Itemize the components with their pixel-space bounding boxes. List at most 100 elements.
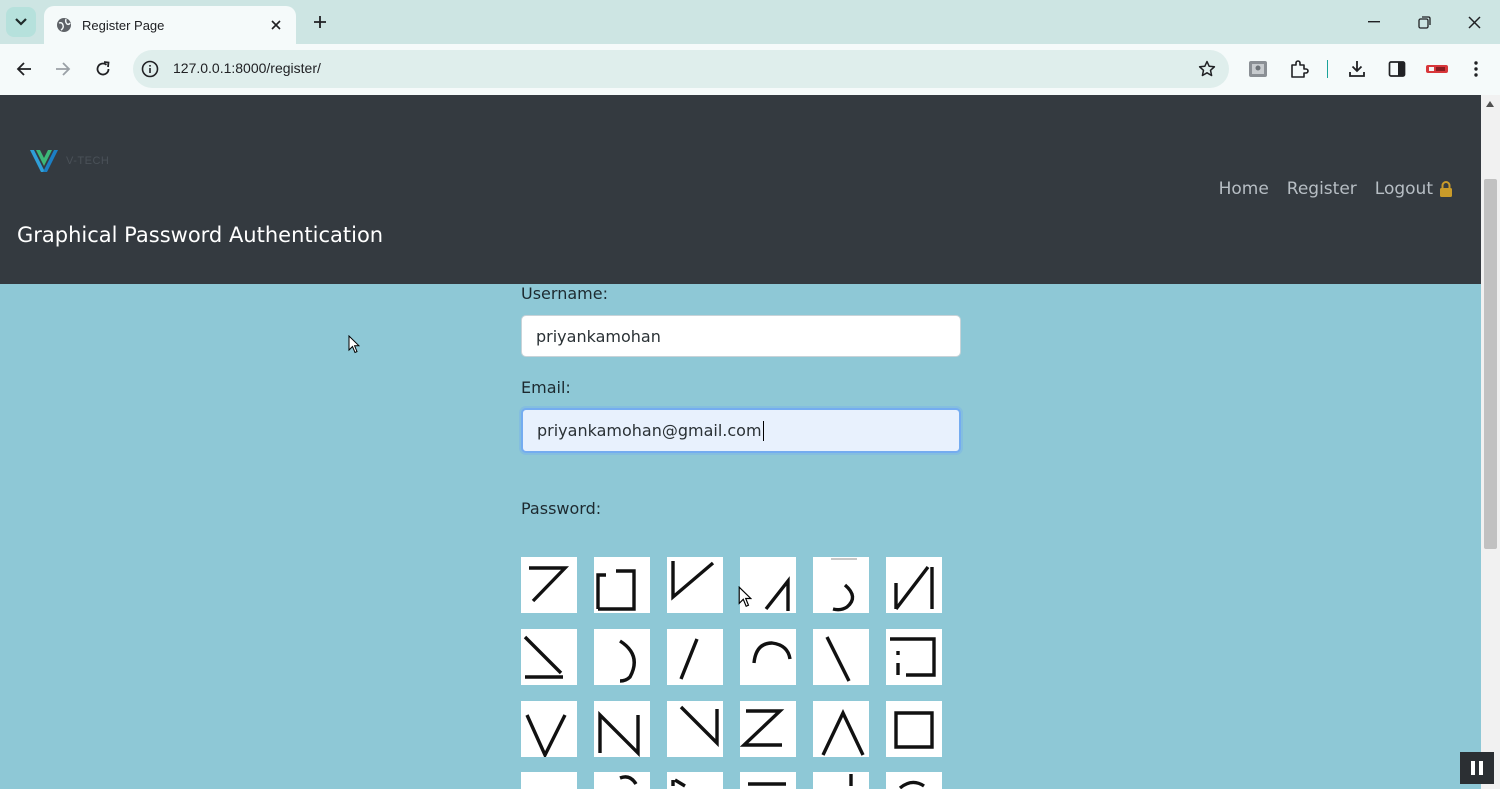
- password-tile-check-v[interactable]: [667, 557, 723, 613]
- stroke-hook-icon: [831, 558, 857, 612]
- reload-button[interactable]: [91, 57, 115, 81]
- email-label: Email:: [521, 378, 571, 397]
- password-tile-paren-right[interactable]: [594, 629, 650, 685]
- profile-extension-icon[interactable]: [1246, 57, 1270, 81]
- stroke-arch-icon: [752, 641, 792, 664]
- page-viewport: V-TECH Graphical Password Authentication…: [0, 95, 1500, 789]
- browser-tab[interactable]: Register Page: [44, 6, 296, 44]
- password-tile-z[interactable]: [740, 701, 796, 757]
- site-info-icon[interactable]: [140, 59, 160, 79]
- password-tile-square[interactable]: [886, 701, 942, 757]
- stroke-partial-icon: [671, 778, 686, 788]
- stroke-n-icon: [598, 710, 640, 757]
- stroke-check-v-icon: [671, 561, 715, 601]
- stroke-z-triangle-icon: [523, 635, 563, 679]
- password-tile-z-triangle[interactable]: [521, 629, 577, 685]
- mouse-cursor-icon: [348, 335, 360, 354]
- stroke-check-reverse-icon: [679, 705, 719, 748]
- downloads-icon[interactable]: [1345, 57, 1369, 81]
- password-tile-n[interactable]: [594, 701, 650, 757]
- password-tile-slash[interactable]: [667, 629, 723, 685]
- password-tile-hook[interactable]: [813, 557, 869, 613]
- scroll-up-arrow-icon[interactable]: [1486, 101, 1494, 107]
- text-caret: [762, 420, 764, 441]
- page-title: Graphical Password Authentication: [17, 223, 384, 247]
- nav-logout-label: Logout: [1374, 179, 1433, 199]
- stroke-n-reverse-icon: [894, 565, 934, 611]
- page-scrollbar[interactable]: [1481, 95, 1500, 789]
- stroke-paren-right-icon: [619, 639, 636, 683]
- arrow-right-icon: [56, 62, 71, 76]
- username-label: Username:: [521, 284, 608, 303]
- back-button[interactable]: [12, 57, 36, 81]
- nav-register-link[interactable]: Register: [1287, 179, 1357, 199]
- email-value: priyankamohan@gmail.com: [537, 421, 762, 440]
- pause-bar-icon: [1479, 761, 1483, 775]
- password-tile-lambda[interactable]: [813, 701, 869, 757]
- stroke-partial-icon: [898, 780, 925, 789]
- stroke-z-icon: [740, 709, 785, 747]
- password-tile-check-reverse[interactable]: [667, 701, 723, 757]
- v-tech-logo-icon: [30, 150, 58, 172]
- tab-title: Register Page: [82, 17, 165, 33]
- password-tile-partial-6[interactable]: [886, 772, 942, 789]
- stroke-partial-icon: [619, 775, 638, 785]
- lock-icon: [1439, 181, 1453, 197]
- pause-recording-button[interactable]: [1460, 752, 1494, 784]
- email-input[interactable]: priyankamohan@gmail.com: [521, 408, 961, 453]
- password-tile-seven[interactable]: [521, 557, 577, 613]
- close-tab-icon[interactable]: [266, 15, 286, 35]
- reload-icon: [96, 61, 110, 76]
- nav-home-link[interactable]: Home: [1219, 179, 1269, 199]
- stroke-lambda-icon: [821, 709, 865, 756]
- password-tile-v[interactable]: [521, 701, 577, 757]
- browser-toolbar: 127.0.0.1:8000/register/: [0, 44, 1500, 95]
- password-tile-arch[interactable]: [740, 629, 796, 685]
- password-label: Password:: [521, 499, 602, 518]
- stroke-partial-icon: [521, 772, 577, 789]
- stroke-partial-icon: [849, 774, 853, 786]
- mouse-cursor-icon: [738, 586, 752, 608]
- side-panel-icon[interactable]: [1385, 57, 1409, 81]
- browser-menu-icon[interactable]: [1464, 57, 1488, 81]
- password-tile-n-reverse[interactable]: [886, 557, 942, 613]
- scroll-thumb[interactable]: [1484, 179, 1497, 549]
- close-window-button[interactable]: [1462, 10, 1486, 34]
- password-tile-partial-4[interactable]: [740, 772, 796, 789]
- stroke-seven-icon: [529, 566, 570, 603]
- tab-search-button[interactable]: [6, 7, 36, 37]
- stroke-backslash-icon: [825, 636, 851, 682]
- password-tile-partial-1[interactable]: [521, 772, 577, 789]
- password-tile-bracket-open[interactable]: [886, 629, 942, 685]
- site-logo[interactable]: V-TECH: [28, 148, 109, 174]
- arrow-left-icon: [16, 62, 31, 76]
- globe-icon: [56, 17, 72, 33]
- address-bar[interactable]: 127.0.0.1:8000/register/: [133, 50, 1229, 88]
- new-tab-button[interactable]: [308, 10, 332, 34]
- password-tile-bracket-square[interactable]: [594, 557, 650, 613]
- restore-icon: [1417, 15, 1431, 29]
- toolbar-separator: [1327, 60, 1328, 78]
- password-tile-partial-2[interactable]: [594, 772, 650, 789]
- site-header: V-TECH Graphical Password Authentication…: [0, 95, 1481, 284]
- minimize-button[interactable]: [1362, 10, 1386, 34]
- username-input[interactable]: priyankamohan: [521, 315, 961, 357]
- bookmark-star-icon[interactable]: [1197, 59, 1217, 79]
- recording-extension-icon[interactable]: [1425, 57, 1449, 81]
- tab-strip: Register Page: [0, 0, 1500, 44]
- main-nav: Home Register Logout: [1201, 179, 1453, 199]
- extensions-puzzle-icon[interactable]: [1287, 57, 1311, 81]
- stroke-square-icon: [894, 711, 934, 749]
- plus-icon: [314, 16, 326, 28]
- password-tile-partial-5[interactable]: [813, 772, 869, 789]
- forward-button[interactable]: [51, 57, 75, 81]
- password-tile-partial-3[interactable]: [667, 772, 723, 789]
- restore-button[interactable]: [1412, 10, 1436, 34]
- minimize-icon: [1368, 21, 1380, 23]
- chevron-down-icon: [15, 18, 27, 26]
- password-tile-backslash[interactable]: [813, 629, 869, 685]
- stroke-slash-icon: [679, 638, 699, 680]
- nav-logout-link[interactable]: Logout: [1375, 179, 1453, 199]
- logo-text: V-TECH: [66, 155, 110, 167]
- stroke-v-icon: [525, 714, 567, 757]
